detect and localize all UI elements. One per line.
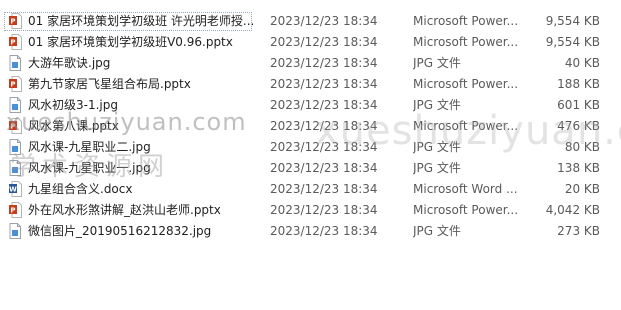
file-size: 9,554 KB	[545, 14, 600, 28]
file-size: 20 KB	[564, 182, 600, 196]
file-size: 40 KB	[564, 56, 600, 70]
file-date-modified: 2023/12/23 18:34	[270, 161, 378, 175]
file-date-modified: 2023/12/23 18:34	[270, 140, 378, 154]
file-date-modified: 2023/12/23 18:34	[270, 14, 378, 28]
pptx-icon: P	[9, 76, 22, 92]
file-size: 4,042 KB	[545, 203, 600, 217]
file-row[interactable]: 风水课-九星职业一.jpg 2023/12/23 18:34 JPG 文件 138 K…	[0, 158, 610, 179]
file-row[interactable]: 微信图片_20190516212832.jpg 2023/12/23 18:34 J…	[0, 221, 610, 242]
file-type: JPG 文件	[413, 224, 461, 238]
file-type: JPG 文件	[413, 98, 461, 112]
file-size: 601 KB	[557, 98, 600, 112]
jpg-icon	[9, 55, 22, 71]
file-date-modified: 2023/12/23 18:34	[270, 77, 378, 91]
file-name: 风水课-九星职业一.jpg	[28, 161, 151, 175]
docx-icon: W	[9, 181, 22, 197]
svg-text:P: P	[10, 123, 15, 131]
jpg-icon	[9, 223, 22, 239]
pptx-icon: P	[9, 34, 22, 50]
file-name: 大游年歌诀.jpg	[28, 56, 111, 70]
file-date-modified: 2023/12/23 18:34	[270, 203, 378, 217]
file-date-modified: 2023/12/23 18:34	[270, 182, 378, 196]
svg-text:P: P	[10, 39, 15, 47]
file-type: Microsoft Power...	[413, 203, 519, 217]
file-list: P 01 家居环境策划学初级班 许光明老师授... 2023/12/23 18:34…	[0, 11, 621, 242]
file-name: 第九节家居飞星组合布局.pptx	[28, 77, 191, 91]
svg-text:P: P	[10, 207, 15, 215]
file-type: Microsoft Power...	[413, 35, 519, 49]
jpg-icon	[9, 139, 22, 155]
file-name: 风水初级3-1.jpg	[28, 98, 118, 112]
file-size: 188 KB	[557, 77, 600, 91]
file-size: 273 KB	[557, 224, 600, 238]
file-row[interactable]: P 01 家居环境策划学初级班V0.96.pptx 2023/12/23 18:34…	[0, 32, 610, 53]
file-row[interactable]: 风水初级3-1.jpg 2023/12/23 18:34 JPG 文件 601 KB	[0, 95, 610, 116]
file-date-modified: 2023/12/23 18:34	[270, 119, 378, 133]
file-row[interactable]: P 第九节家居飞星组合布局.pptx 2023/12/23 18:34 Microso…	[0, 74, 610, 95]
file-name: 外在风水形煞讲解_赵洪山老师.pptx	[28, 203, 221, 217]
file-type: Microsoft Power...	[413, 77, 519, 91]
file-row[interactable]: P 01 家居环境策划学初级班 许光明老师授... 2023/12/23 18:34…	[0, 11, 610, 32]
jpg-icon	[9, 97, 22, 113]
file-type: JPG 文件	[413, 161, 461, 175]
file-type: JPG 文件	[413, 140, 461, 154]
file-type: Microsoft Power...	[413, 14, 519, 28]
file-type: Microsoft Word ...	[413, 182, 518, 196]
file-name: 风水课-九星职业二.jpg	[28, 140, 151, 154]
file-name: 01 家居环境策划学初级班V0.96.pptx	[28, 35, 233, 49]
file-date-modified: 2023/12/23 18:34	[270, 98, 378, 112]
jpg-icon	[9, 160, 22, 176]
file-row[interactable]: 大游年歌诀.jpg 2023/12/23 18:34 JPG 文件 40 KB	[0, 53, 610, 74]
file-row[interactable]: W 九星组合含义.docx 2023/12/23 18:34 Microsoft Wo…	[0, 179, 610, 200]
file-row[interactable]: P 风水第八课.pptx 2023/12/23 18:34 Microsoft Pow…	[0, 116, 610, 137]
file-size: 138 KB	[557, 161, 600, 175]
file-type: Microsoft Power...	[413, 119, 519, 133]
file-row[interactable]: 风水课-九星职业二.jpg 2023/12/23 18:34 JPG 文件 80 KB	[0, 137, 610, 158]
file-type: JPG 文件	[413, 56, 461, 70]
file-name: 风水第八课.pptx	[28, 119, 119, 133]
file-name: 微信图片_20190516212832.jpg	[28, 224, 212, 238]
file-name: 九星组合含义.docx	[28, 182, 133, 196]
svg-text:P: P	[10, 81, 15, 89]
pptx-icon: P	[9, 202, 22, 218]
file-row[interactable]: P 外在风水形煞讲解_赵洪山老师.pptx 2023/12/23 18:34 Micr…	[0, 200, 610, 221]
file-size: 80 KB	[564, 140, 600, 154]
pptx-icon: P	[9, 118, 22, 134]
file-size: 476 KB	[557, 119, 600, 133]
svg-text:W: W	[9, 186, 17, 194]
file-date-modified: 2023/12/23 18:34	[270, 224, 378, 238]
svg-text:P: P	[10, 18, 15, 26]
pptx-icon: P	[9, 13, 22, 29]
file-date-modified: 2023/12/23 18:34	[270, 35, 378, 49]
file-size: 9,554 KB	[545, 35, 600, 49]
file-date-modified: 2023/12/23 18:34	[270, 56, 378, 70]
file-name: 01 家居环境策划学初级班 许光明老师授...	[28, 14, 255, 28]
